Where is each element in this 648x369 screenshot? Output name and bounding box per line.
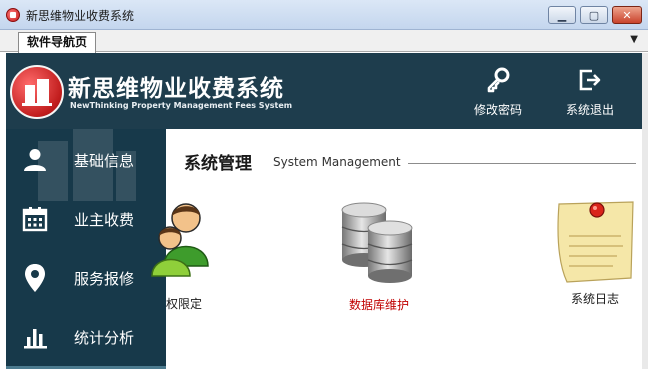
brand-subtitle: NewThinking Property Management Fees Sys… <box>70 101 293 110</box>
tab-software-nav[interactable]: 软件导航页 <box>18 32 97 53</box>
sidebar-item-basic-info[interactable]: 基础信息 <box>6 131 166 189</box>
tile-database-label: 数据库维护 <box>348 298 409 312</box>
tile-database-maintenance[interactable]: 数据库维护 <box>334 200 424 313</box>
change-password-button[interactable]: 修改密码 <box>466 67 530 118</box>
section-title: 系统管理 <box>184 154 252 174</box>
window-title: 新思维物业收费系统 <box>26 9 135 23</box>
sidebar-item-label: 业主收费 <box>74 210 135 229</box>
sidebar-item-label: 基础信息 <box>74 151 135 170</box>
tab-strip: 软件导航页 ▼ <box>0 30 648 53</box>
tile-system-log-label: 系统日志 <box>570 292 619 306</box>
note-icon <box>557 201 634 283</box>
sidebar-item-label: 服务报修 <box>74 269 135 288</box>
section-subtitle: System Management <box>273 155 401 169</box>
window-titlebar: 新思维物业收费系统 ▁ ▢ ✕ <box>0 0 648 30</box>
app-header: 新思维物业收费系统 NewThinking Property Managemen… <box>6 53 642 129</box>
section-divider <box>408 163 636 164</box>
sidebar-item-label: 统计分析 <box>74 328 135 347</box>
tile-system-log[interactable]: 系统日志 <box>553 196 637 307</box>
bar-chart-icon <box>6 322 64 352</box>
logo <box>10 65 64 119</box>
brand-title: 新思维物业收费系统 <box>68 76 284 102</box>
minimize-button[interactable]: ▁ <box>548 6 576 24</box>
window-right-edge <box>642 53 648 369</box>
logout-label: 系统退出 <box>565 103 614 117</box>
database-icon <box>341 202 413 283</box>
calendar-icon <box>6 204 64 234</box>
tab-menu-arrow[interactable]: ▼ <box>630 34 638 45</box>
key-icon <box>466 67 530 93</box>
sidebar-item-statistics[interactable]: 统计分析 <box>6 308 166 366</box>
users-group-icon <box>151 203 209 277</box>
change-password-label: 修改密码 <box>473 103 522 117</box>
tile-permissions-label: 权限定 <box>166 297 203 311</box>
maximize-button[interactable]: ▢ <box>580 6 608 24</box>
user-icon <box>6 145 64 175</box>
tile-permissions[interactable] <box>140 196 220 290</box>
app-icon <box>6 8 20 22</box>
logout-icon <box>558 67 622 93</box>
close-button[interactable]: ✕ <box>612 6 642 24</box>
logout-button[interactable]: 系统退出 <box>558 67 622 118</box>
location-pin-icon <box>6 263 64 293</box>
